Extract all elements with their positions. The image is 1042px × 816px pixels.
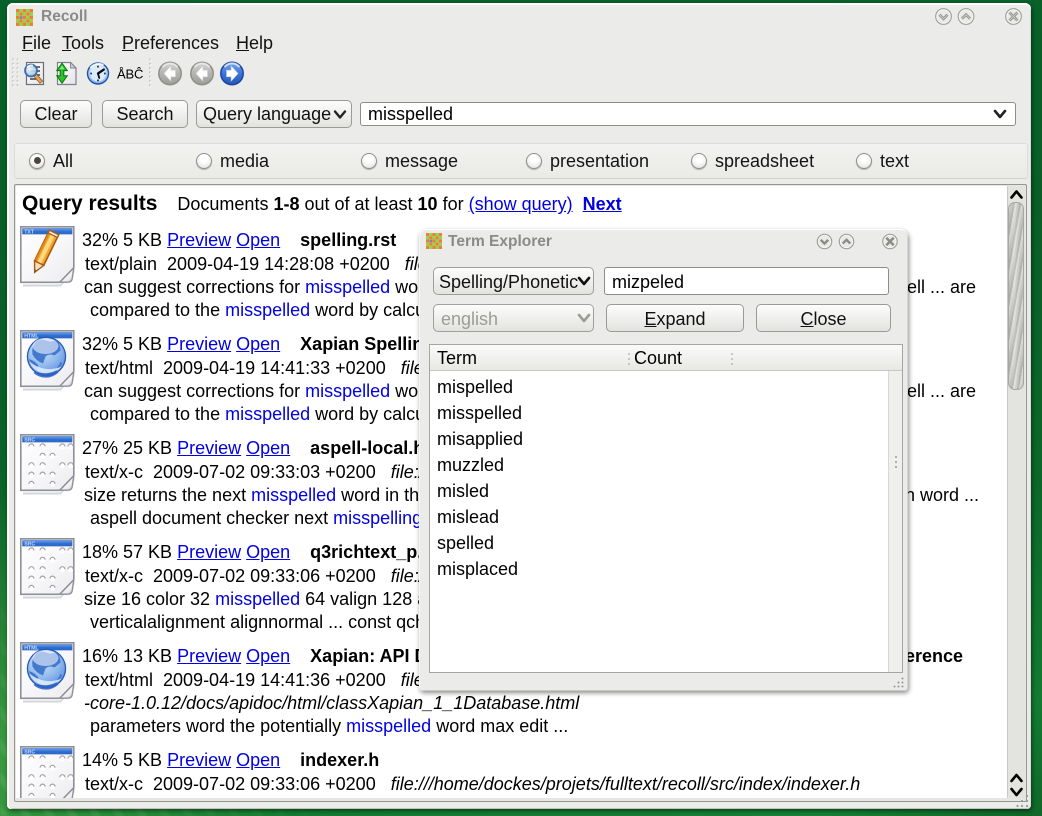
svg-text:SRC: SRC: [24, 542, 35, 548]
svg-text:SRC: SRC: [24, 438, 35, 444]
svg-text:ÅBĈ: ÅBĈ: [117, 67, 143, 82]
svg-text:HTML: HTML: [24, 334, 39, 340]
svg-text:SRC: SRC: [24, 750, 35, 756]
svg-text:HTML: HTML: [24, 646, 39, 652]
